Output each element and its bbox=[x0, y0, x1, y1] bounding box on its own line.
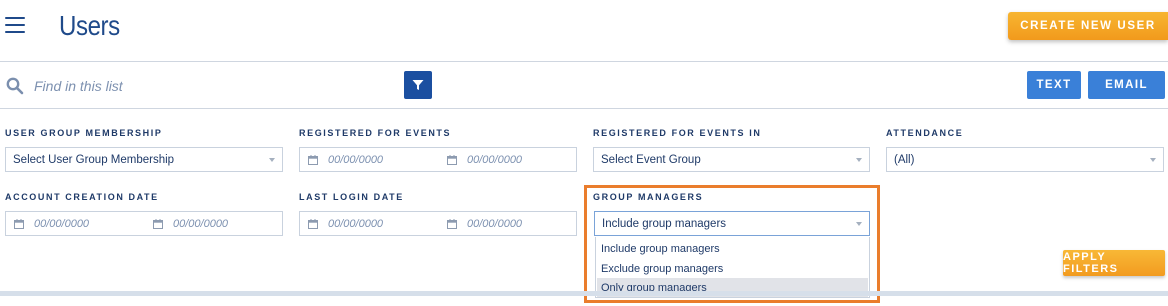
creation-from-date[interactable]: 00/00/0000 bbox=[14, 212, 89, 235]
registered-from-date[interactable]: 00/00/0000 bbox=[308, 148, 383, 171]
calendar-icon bbox=[447, 218, 457, 229]
calendar-icon bbox=[308, 218, 318, 229]
registered-to-value: 00/00/0000 bbox=[467, 153, 523, 166]
group-managers-dropdown: Include group managers Exclude group man… bbox=[595, 237, 870, 298]
user-group-membership-value: Select User Group Membership bbox=[13, 153, 175, 166]
group-managers-value: Include group managers bbox=[602, 217, 727, 230]
menu-icon[interactable] bbox=[5, 17, 25, 33]
calendar-icon bbox=[14, 218, 24, 229]
registered-for-events-range: 00/00/0000 00/00/0000 bbox=[299, 147, 577, 172]
last-login-date-range: 00/00/0000 00/00/0000 bbox=[299, 211, 577, 236]
page-title: Users bbox=[59, 10, 120, 41]
chevron-down-icon bbox=[1150, 158, 1156, 162]
chevron-down-icon bbox=[269, 158, 275, 162]
search-icon bbox=[6, 77, 24, 95]
group-managers-select[interactable]: Include group managers bbox=[594, 211, 870, 236]
calendar-icon bbox=[308, 154, 318, 165]
creation-to-value: 00/00/0000 bbox=[173, 217, 229, 230]
event-group-value: Select Event Group bbox=[601, 153, 701, 166]
bottom-divider bbox=[0, 291, 1168, 296]
text-button[interactable]: TEXT bbox=[1027, 71, 1081, 99]
search-input[interactable] bbox=[34, 75, 374, 97]
registered-to-date[interactable]: 00/00/0000 bbox=[447, 148, 522, 171]
creation-to-date[interactable]: 00/00/0000 bbox=[153, 212, 228, 235]
group-managers-label: GROUP MANAGERS bbox=[593, 192, 704, 202]
create-new-user-button[interactable]: CREATE NEW USER bbox=[1008, 12, 1168, 40]
attendance-select[interactable]: (All) bbox=[886, 147, 1164, 172]
header-divider bbox=[0, 61, 1168, 62]
last-login-to-value: 00/00/0000 bbox=[467, 217, 523, 230]
attendance-label: ATTENDANCE bbox=[886, 128, 964, 138]
registered-for-events-label: REGISTERED FOR EVENTS bbox=[299, 128, 452, 138]
registered-from-value: 00/00/0000 bbox=[328, 153, 384, 166]
user-group-membership-label: USER GROUP MEMBERSHIP bbox=[5, 128, 163, 138]
attendance-value: (All) bbox=[894, 153, 915, 166]
registered-for-events-in-label: REGISTERED FOR EVENTS IN bbox=[593, 128, 762, 138]
user-group-membership-select[interactable]: Select User Group Membership bbox=[5, 147, 283, 172]
last-login-date-label: LAST LOGIN DATE bbox=[299, 192, 404, 202]
apply-filters-button[interactable]: APPLY FILTERS bbox=[1063, 250, 1165, 276]
account-creation-date-label: ACCOUNT CREATION DATE bbox=[5, 192, 159, 202]
creation-from-value: 00/00/0000 bbox=[34, 217, 90, 230]
account-creation-date-range: 00/00/0000 00/00/0000 bbox=[5, 211, 283, 236]
chevron-down-icon bbox=[856, 158, 862, 162]
event-group-select[interactable]: Select Event Group bbox=[593, 147, 870, 172]
search-divider bbox=[0, 108, 1168, 109]
filter-icon bbox=[412, 80, 424, 90]
calendar-icon bbox=[447, 154, 457, 165]
email-button[interactable]: EMAIL bbox=[1088, 71, 1165, 99]
dropdown-option-include[interactable]: Include group managers bbox=[597, 239, 868, 258]
last-login-to-date[interactable]: 00/00/0000 bbox=[447, 212, 522, 235]
last-login-from-value: 00/00/0000 bbox=[328, 217, 384, 230]
dropdown-option-exclude[interactable]: Exclude group managers bbox=[597, 259, 868, 278]
chevron-down-icon bbox=[856, 222, 862, 226]
filter-toggle-button[interactable] bbox=[404, 71, 432, 99]
last-login-from-date[interactable]: 00/00/0000 bbox=[308, 212, 383, 235]
calendar-icon bbox=[153, 218, 163, 229]
